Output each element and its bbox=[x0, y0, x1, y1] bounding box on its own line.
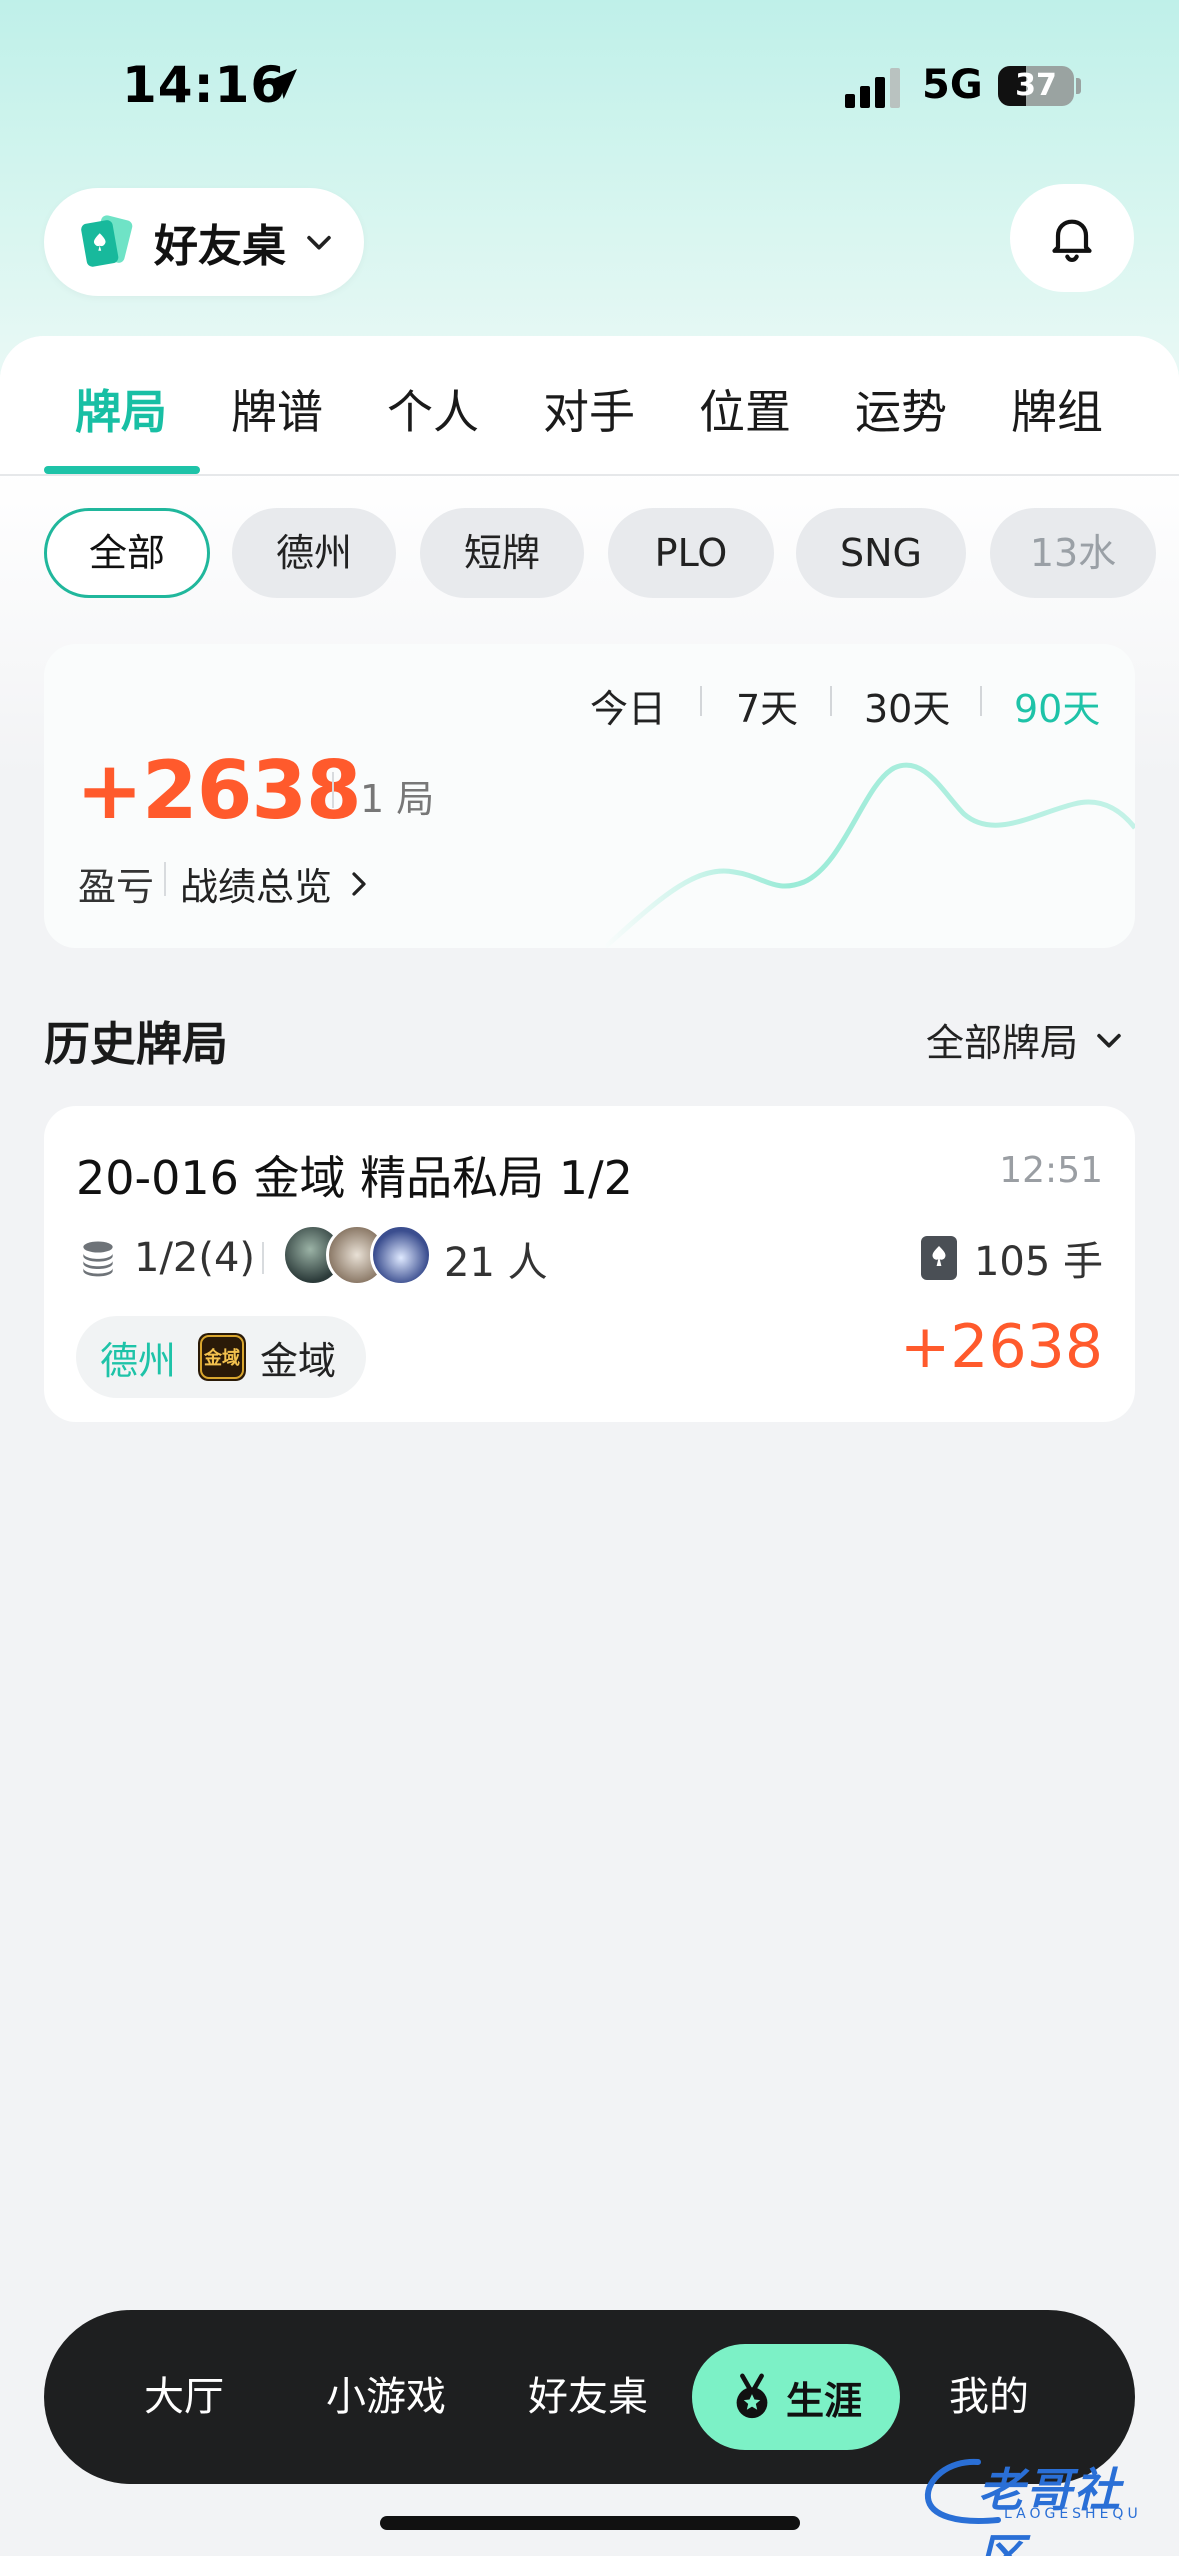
chip-stack-icon bbox=[83, 1241, 113, 1277]
club-tag: 金域 bbox=[260, 1338, 337, 1383]
filter-short-deck[interactable]: 短牌 bbox=[420, 508, 584, 598]
tab-position[interactable]: 位置 bbox=[680, 376, 810, 439]
range-divider bbox=[980, 686, 982, 716]
bell-icon bbox=[1052, 219, 1092, 263]
divider bbox=[332, 772, 334, 808]
status-bar: 14:16 5G 37 bbox=[0, 0, 1179, 170]
filter-plo[interactable]: PLO bbox=[608, 508, 774, 598]
tab-bar: 牌局 牌谱 个人 对手 位置 运势 牌组 bbox=[0, 336, 1179, 476]
history-filter-label: 全部牌局 bbox=[926, 1021, 1079, 1065]
game-tags: 德州 金域 金域 bbox=[76, 1316, 366, 1398]
total-profit: +2638 bbox=[76, 744, 362, 837]
tab-groups[interactable]: 牌组 bbox=[992, 376, 1122, 439]
chevron-right-icon bbox=[352, 871, 366, 896]
blinds-text: 1/2(4) bbox=[134, 1235, 256, 1281]
tab-fortune[interactable]: 运势 bbox=[836, 376, 966, 439]
main-panel: 牌局 牌谱 个人 对手 位置 运势 牌组 全部 德州 短牌 PLO SNG 13… bbox=[0, 336, 1179, 2556]
nav-career-label: 生涯 bbox=[785, 2378, 862, 2423]
nav-lobby[interactable]: 大厅 bbox=[124, 2310, 244, 2484]
medal-icon bbox=[736, 2373, 768, 2419]
filter-all[interactable]: 全部 bbox=[44, 508, 210, 598]
location-arrow-icon bbox=[267, 69, 297, 99]
hands-info: 105 手 bbox=[918, 1228, 1103, 1288]
game-history-card[interactable]: 20-016 金域 精品私局 1/2 12:51 1/2(4) 21 人 105… bbox=[44, 1106, 1135, 1422]
chevron-down-icon bbox=[1097, 1033, 1121, 1048]
range-divider bbox=[700, 686, 702, 716]
club-name: 好友桌 bbox=[154, 221, 286, 272]
range-7-days[interactable]: 7天 bbox=[736, 678, 798, 733]
filter-holdem[interactable]: 德州 bbox=[232, 508, 396, 598]
hands-count: 105 手 bbox=[973, 1239, 1103, 1285]
tab-hand-history[interactable]: 牌谱 bbox=[212, 376, 342, 439]
watermark-logo: 老哥社区 LAOGESHEQU bbox=[918, 2440, 1164, 2556]
battery-tip bbox=[1076, 78, 1081, 94]
watermark-subtext: LAOGESHEQU bbox=[1004, 2506, 1142, 2522]
game-type-filters: 全部 德州 短牌 PLO SNG 13水 bbox=[0, 508, 1179, 598]
range-90-days[interactable]: 90天 bbox=[1014, 678, 1100, 733]
battery-level: 37 bbox=[1015, 68, 1057, 103]
tab-underline bbox=[44, 466, 200, 474]
signal-icon bbox=[845, 68, 900, 108]
nav-friend-table[interactable]: 好友桌 bbox=[518, 2310, 658, 2484]
game-profit: +2638 bbox=[900, 1312, 1103, 1382]
tab-opponents[interactable]: 对手 bbox=[524, 376, 654, 439]
nav-mini-games[interactable]: 小游戏 bbox=[316, 2310, 456, 2484]
notification-button[interactable] bbox=[1010, 184, 1134, 292]
stats-overview-link[interactable]: 战绩总览 bbox=[180, 856, 374, 911]
range-today[interactable]: 今日 bbox=[590, 678, 666, 733]
nav-career[interactable]: 生涯 bbox=[692, 2344, 900, 2450]
cards-icon bbox=[81, 215, 133, 267]
divider bbox=[164, 862, 166, 896]
playing-card-icon bbox=[920, 1236, 957, 1280]
network-type: 5G bbox=[922, 62, 983, 108]
profit-loss-label: 盈亏 bbox=[78, 865, 155, 909]
avatar bbox=[370, 1224, 432, 1286]
filter-13-water[interactable]: 13水 bbox=[990, 508, 1156, 598]
stats-card: 今日 7天 30天 90天 +2638 1 局 盈亏 战绩总览 bbox=[44, 644, 1135, 948]
filter-sng[interactable]: SNG bbox=[796, 508, 966, 598]
blinds-info: 1/2(4) bbox=[76, 1228, 255, 1288]
club-logo: 金域 bbox=[198, 1333, 247, 1381]
chevron-down-icon bbox=[307, 235, 331, 250]
game-type-tag: 德州 bbox=[100, 1338, 177, 1383]
history-title: 历史牌局 bbox=[44, 1017, 228, 1071]
tab-games[interactable]: 牌局 bbox=[56, 376, 186, 439]
club-logo-text: 金域 bbox=[203, 1347, 240, 1369]
home-indicator bbox=[380, 2516, 800, 2530]
tab-personal[interactable]: 个人 bbox=[368, 376, 498, 439]
history-filter-dropdown[interactable]: 全部牌局 bbox=[926, 1012, 1126, 1067]
game-time: 12:51 bbox=[999, 1150, 1103, 1191]
stats-overview-label: 战绩总览 bbox=[180, 865, 333, 909]
divider bbox=[262, 1242, 264, 1274]
game-title: 20-016 金域 精品私局 1/2 bbox=[76, 1151, 633, 1205]
games-count: 1 局 bbox=[360, 777, 435, 821]
range-30-days[interactable]: 30天 bbox=[864, 678, 950, 733]
watermark-text: 老哥社区 bbox=[978, 2463, 1122, 2556]
battery-icon: 37 bbox=[998, 66, 1074, 106]
player-count: 21 人 bbox=[444, 1240, 548, 1286]
range-divider bbox=[830, 686, 832, 716]
club-selector[interactable]: 好友桌 bbox=[44, 188, 364, 296]
